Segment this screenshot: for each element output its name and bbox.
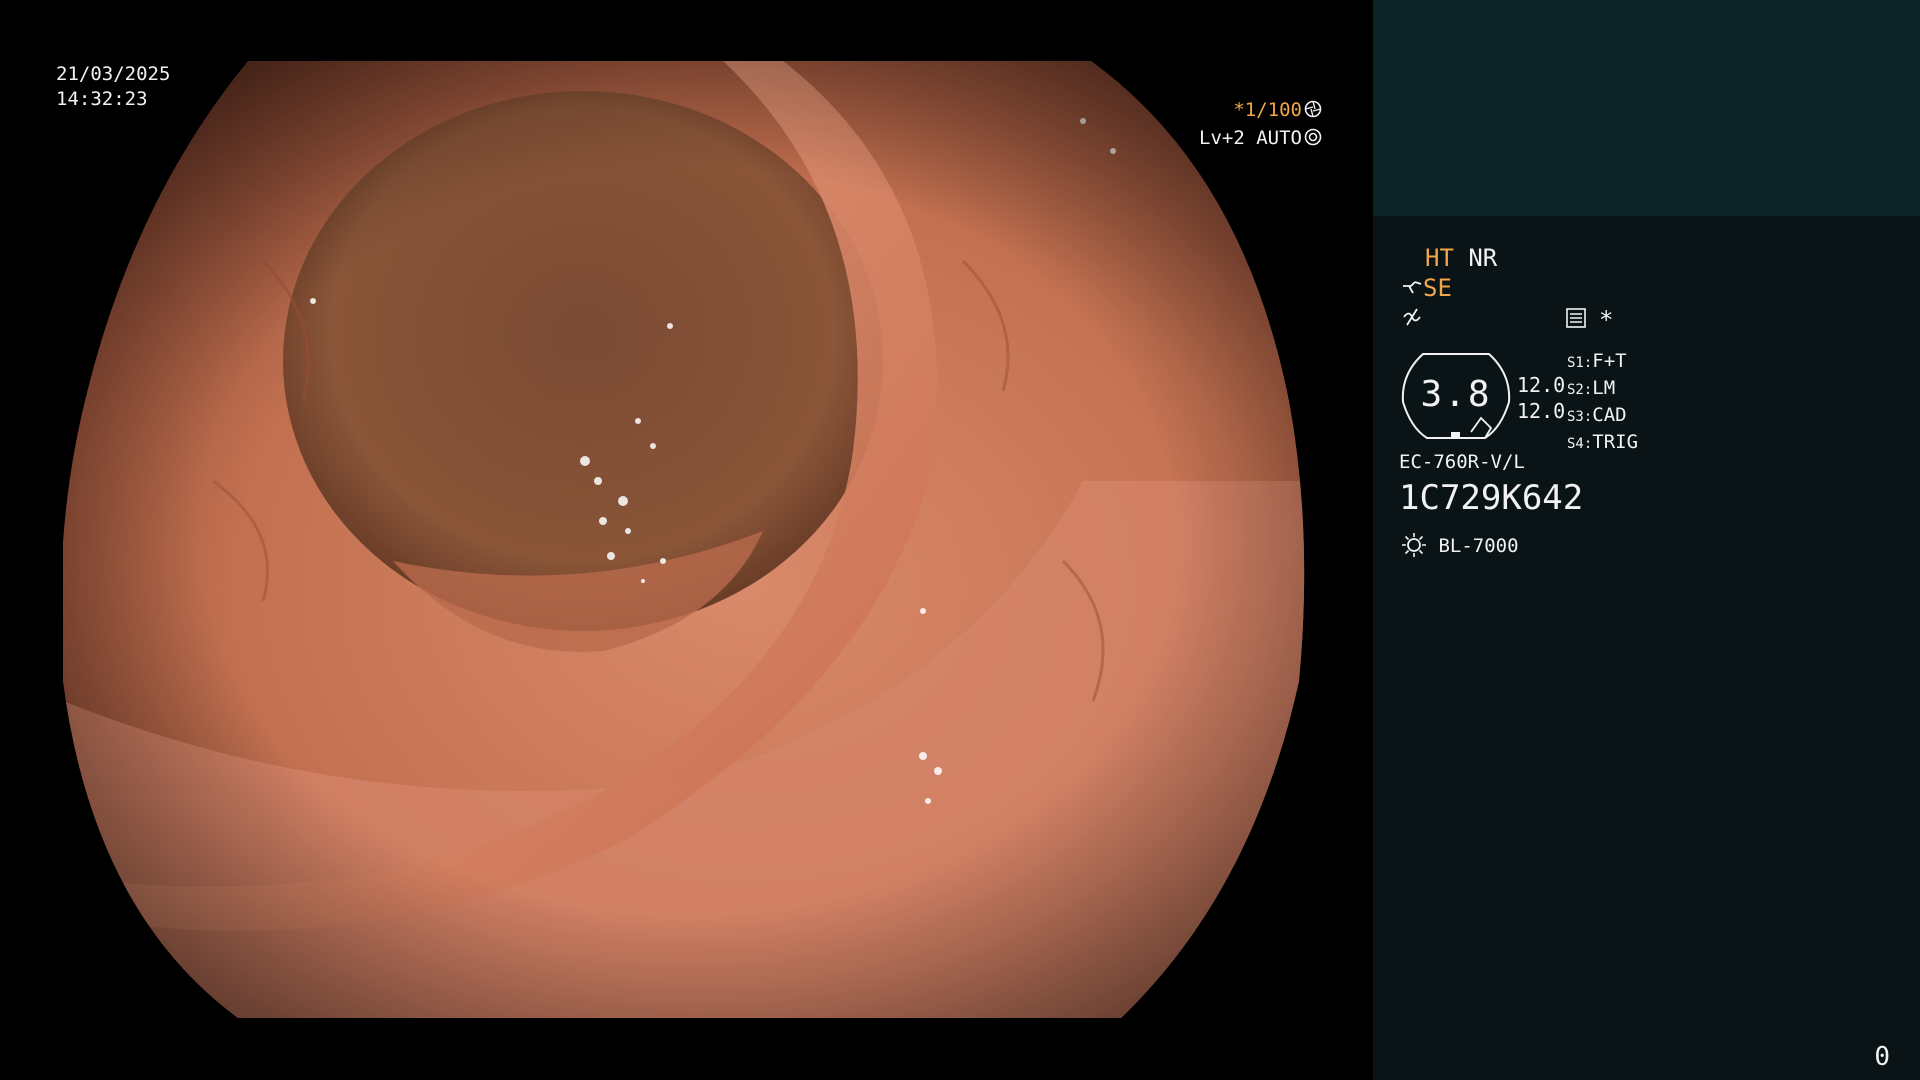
value-1: 12.0: [1517, 373, 1566, 397]
exposure-info: *1/100 Lv+2 AUTO: [1192, 96, 1322, 152]
enhance-icon: [1401, 306, 1423, 334]
image-processing-row: HT NR: [1425, 244, 1497, 272]
scope-serial: 1C729K642: [1399, 478, 1584, 518]
setting-row: S4:TRIG: [1567, 431, 1639, 453]
nr-label: NR: [1468, 244, 1498, 272]
shutter-icon: [1304, 98, 1322, 118]
datetime: 21/03/2025 14:32:23: [56, 62, 170, 112]
scope-model: EC-760R-V/L: [1399, 451, 1525, 473]
status-panel: HT NR SE * 3.8 12.0 12.0 S1:F+T S2:LM S3…: [1373, 0, 1920, 1080]
shutter-speed: *1/100: [1233, 99, 1302, 121]
menu-icon: [1565, 307, 1587, 335]
setting-row: S2:LM: [1567, 377, 1616, 399]
frame-counter: 0: [1874, 1042, 1890, 1072]
ht-label: HT: [1425, 244, 1454, 272]
level-value: 3.8: [1420, 374, 1492, 415]
light-source-icon: [1401, 532, 1427, 558]
endoscope-view: [63, 61, 1312, 1018]
level-mode: Lv+2 AUTO: [1199, 127, 1302, 149]
light-source-label: BL-7000: [1438, 535, 1519, 557]
level-indicator: 3.8: [1401, 352, 1511, 440]
value-2: 12.0: [1517, 399, 1566, 423]
time-text: 14:32:23: [56, 88, 148, 110]
scope-se-icon: [1401, 277, 1423, 299]
colon-image: [63, 61, 1305, 1018]
switch-settings: S1:F+T S2:LM S3:CAD S4:TRIG: [1567, 349, 1638, 457]
panel-header-area: [1373, 0, 1920, 216]
value-list: 12.0 12.0: [1517, 372, 1565, 424]
setting-row: S1:F+T: [1567, 350, 1627, 372]
se-row: SE: [1401, 274, 1452, 302]
iris-icon: [1304, 126, 1322, 146]
date-text: 21/03/2025: [56, 63, 171, 85]
star-mark: *: [1599, 306, 1614, 334]
setting-row: S3:CAD: [1567, 404, 1627, 426]
light-source-row: BL-7000: [1401, 532, 1519, 560]
se-label: SE: [1423, 274, 1452, 302]
